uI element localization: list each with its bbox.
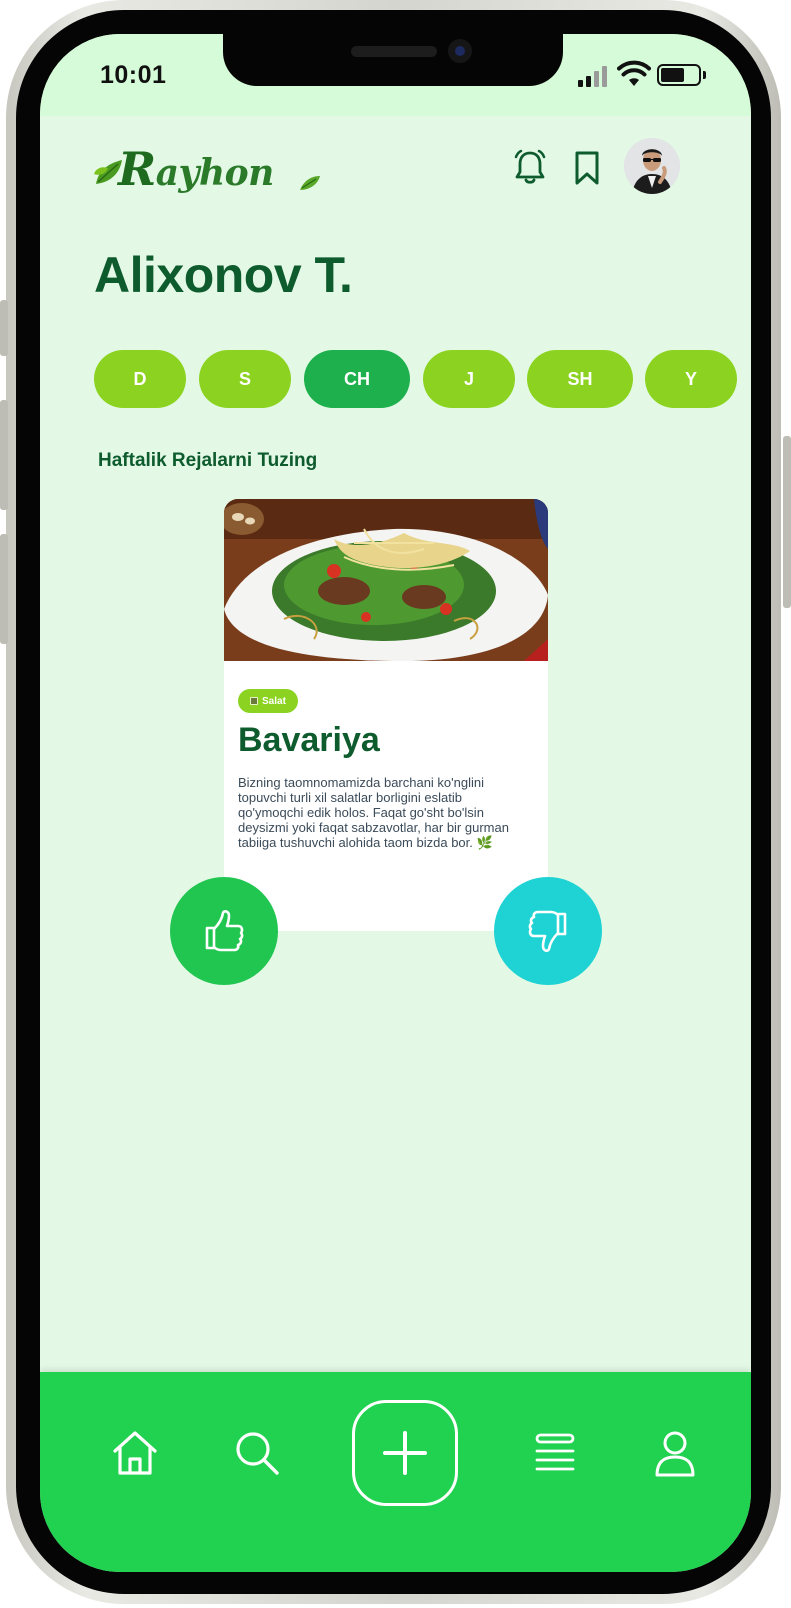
dish-name: Bavariya [238, 721, 380, 759]
volume-up-button [0, 400, 8, 510]
day-pill-y[interactable]: Y [645, 350, 737, 408]
plus-icon [383, 1431, 427, 1475]
day-pill-d[interactable]: D [94, 350, 186, 408]
thumbs-up-icon [205, 910, 244, 952]
app-screen: 10:01 Rayhon Alixonov T. D S CH J SH Y H… [40, 34, 751, 1572]
day-pill-j[interactable]: J [423, 350, 515, 408]
nav-add-button[interactable] [352, 1400, 458, 1506]
power-button [783, 436, 791, 608]
notch [223, 34, 563, 86]
speaker [351, 46, 437, 57]
status-time: 10:01 [100, 61, 167, 89]
rayhon-logo[interactable]: Rayhon [92, 142, 320, 200]
battery-icon [657, 64, 701, 86]
front-camera [448, 39, 472, 63]
dislike-button[interactable] [494, 877, 602, 985]
home-icon [113, 1431, 157, 1475]
dish-description: Bizning taomnomamizda barchani ko'nglini… [238, 775, 509, 850]
wifi-icon [617, 60, 651, 86]
leaf-icon [300, 176, 320, 190]
thumbs-down-icon [528, 910, 567, 952]
status-bar: 10:01 [40, 34, 751, 116]
search-icon [236, 1432, 279, 1475]
volume-down-button [0, 534, 8, 644]
weekly-plan-heading: Haftalik Rejalarni Tuzing [98, 450, 318, 471]
bell-icon[interactable] [512, 148, 548, 186]
bottom-nav [40, 1372, 751, 1572]
phone-device: 10:01 Rayhon Alixonov T. D S CH J SH Y H… [0, 0, 791, 1608]
day-pill-ch[interactable]: CH [304, 350, 410, 408]
avatar[interactable] [624, 138, 680, 194]
logo-wordmark: Rayhon [118, 142, 274, 196]
dish-image [224, 499, 548, 661]
category-tag: Salat [238, 689, 298, 713]
user-photo [624, 138, 680, 194]
like-button[interactable] [170, 877, 278, 985]
profile-icon [655, 1431, 695, 1477]
meal-card[interactable]: Salat Bavariya Bizning taomnomamizda bar… [224, 499, 548, 931]
battery-tip [703, 71, 706, 79]
menu-list-icon [535, 1433, 575, 1471]
page-title: Alixonov T. [94, 247, 353, 303]
day-selector: D S CH J SH Y [94, 350, 751, 410]
salad-icon [250, 697, 258, 705]
nav-profile[interactable] [646, 1424, 704, 1482]
cellular-signal-icon [578, 63, 608, 87]
day-pill-sh[interactable]: SH [527, 350, 633, 408]
bookmark-icon[interactable] [572, 150, 602, 186]
nav-menu[interactable] [526, 1424, 584, 1482]
day-pill-s[interactable]: S [199, 350, 291, 408]
silent-switch [0, 300, 8, 356]
nav-search[interactable] [228, 1424, 286, 1482]
nav-home[interactable] [106, 1424, 164, 1482]
category-tag-label: Salat [262, 695, 286, 707]
